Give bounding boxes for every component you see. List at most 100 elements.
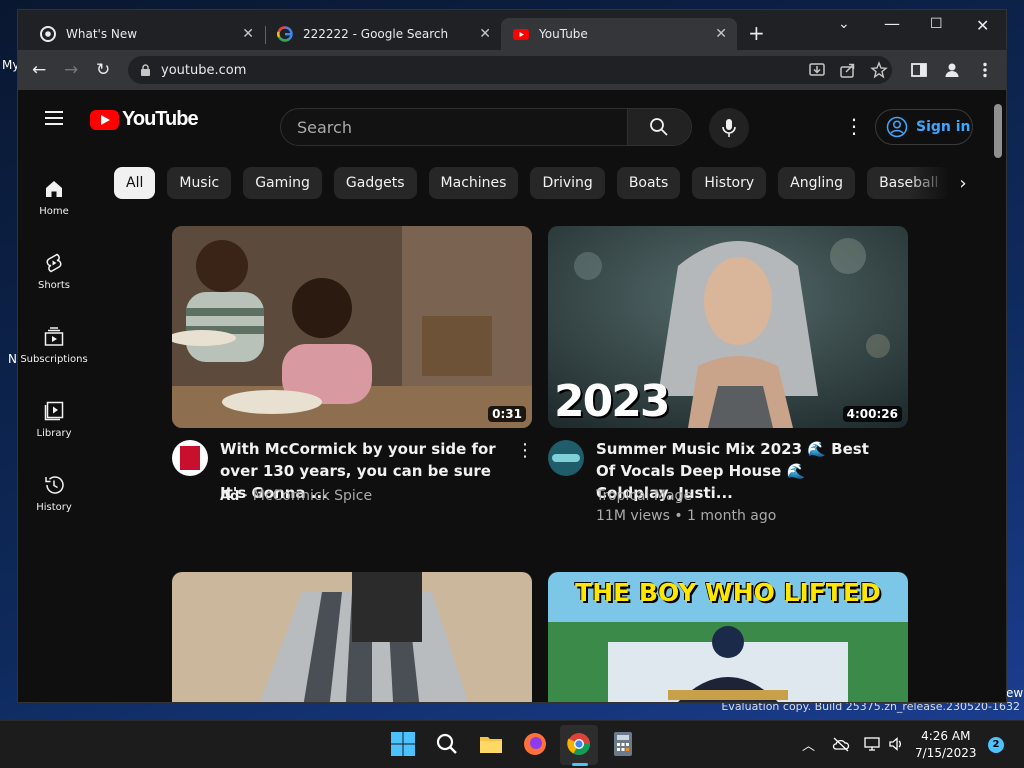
chip-driving[interactable]: Driving xyxy=(530,167,605,199)
avatar[interactable] xyxy=(548,440,584,476)
lock-icon xyxy=(141,63,150,76)
youtube-icon xyxy=(513,29,529,40)
youtube-logo-text: YouTube xyxy=(122,108,199,130)
tab-google-search[interactable]: 222222 - Google Search ✕ xyxy=(265,18,501,50)
reload-icon[interactable]: ↻ xyxy=(96,60,110,80)
chip-gaming[interactable]: Gaming xyxy=(243,167,322,199)
video-card[interactable]: 2023 4:00:26 Summer Music Mix 2023 🌊 Bes… xyxy=(548,226,908,526)
close-tab-icon[interactable]: ✕ xyxy=(242,26,254,42)
windows-taskbar: ︿ 4:26 AM 7/15/2023 2 xyxy=(0,720,1024,768)
desktop-label-fragment: My xyxy=(2,58,20,72)
side-panel-icon[interactable] xyxy=(910,61,928,79)
install-app-icon[interactable] xyxy=(808,61,826,79)
page-scrollbar[interactable] xyxy=(994,104,1002,158)
google-icon xyxy=(277,26,293,42)
tab-youtube[interactable]: YouTube ✕ xyxy=(501,18,737,50)
system-clock[interactable]: 4:26 AM 7/15/2023 xyxy=(915,728,977,762)
youtube-logo[interactable]: YouTube xyxy=(90,108,199,131)
settings-more-icon[interactable]: ⋮ xyxy=(844,116,864,136)
sidebar-item-home[interactable]: Home xyxy=(18,178,90,217)
history-icon xyxy=(45,476,64,494)
taskbar-search-icon[interactable] xyxy=(434,731,460,757)
sidebar-item-subscriptions[interactable]: Subscriptions xyxy=(18,326,90,365)
tab-strip: What's New ✕ 222222 - Google Search ✕ Yo… xyxy=(18,10,1006,50)
chip-music[interactable]: Music xyxy=(167,167,232,199)
sidebar-item-shorts[interactable]: Shorts xyxy=(18,252,90,291)
tab-whats-new[interactable]: What's New ✕ xyxy=(28,18,264,50)
volume-icon[interactable] xyxy=(888,736,904,752)
video-card[interactable]: THE BOY WHO LIFTED xyxy=(548,572,908,702)
share-icon[interactable] xyxy=(839,61,857,79)
firefox-icon[interactable] xyxy=(522,731,548,757)
clock-time: 4:26 AM xyxy=(921,729,971,743)
chip-history[interactable]: History xyxy=(692,167,767,199)
video-card[interactable] xyxy=(172,572,532,702)
browser-menu-icon[interactable] xyxy=(976,61,994,79)
channel-name[interactable]: McCormick Spice xyxy=(253,488,372,504)
video-channel-line: Ad · McCormick Spice xyxy=(220,488,372,504)
clock-date: 7/15/2023 xyxy=(915,746,977,760)
minimize-icon[interactable]: — xyxy=(884,14,900,33)
profile-icon[interactable] xyxy=(943,61,961,79)
chrome-window: What's New ✕ 222222 - Google Search ✕ Yo… xyxy=(18,10,1006,702)
sidebar-item-label: Library xyxy=(36,428,72,439)
file-explorer-icon[interactable] xyxy=(478,731,504,757)
chevron-right-icon[interactable]: › xyxy=(948,168,978,198)
sign-in-button[interactable]: Sign in xyxy=(875,109,973,145)
address-bar[interactable]: youtube.com xyxy=(128,56,892,84)
windows-start-icon[interactable] xyxy=(390,731,416,757)
chip-machines[interactable]: Machines xyxy=(428,167,519,199)
channel-name[interactable]: Tropical Mage xyxy=(596,488,692,504)
voice-search-button[interactable] xyxy=(709,108,749,148)
chip-angling[interactable]: Angling xyxy=(778,167,856,199)
chrome-taskbar-icon[interactable] xyxy=(566,731,592,757)
calculator-icon[interactable] xyxy=(610,731,636,757)
shorts-icon xyxy=(46,253,62,273)
search-input[interactable] xyxy=(281,109,629,145)
youtube-page: YouTube ⋮ Sign in All Music Gaming Gadge… xyxy=(18,90,1006,702)
show-hidden-icons-chevron-icon[interactable]: ︿ xyxy=(802,735,815,754)
video-options-icon[interactable]: ⋮ xyxy=(516,442,534,460)
bullet-separator: · xyxy=(243,488,253,504)
chip-all[interactable]: All xyxy=(114,167,156,199)
search-box xyxy=(280,108,692,146)
back-icon[interactable]: ← xyxy=(32,60,46,80)
search-button[interactable] xyxy=(627,109,691,145)
sidebar-item-label: History xyxy=(36,502,72,513)
video-duration: 4:00:26 xyxy=(842,406,902,422)
tab-title: What's New xyxy=(66,27,138,41)
video-card[interactable]: 0:31 With McCormick by your side for ove… xyxy=(172,226,534,526)
conveyor-machine-illustration xyxy=(172,572,532,702)
sidebar-item-library[interactable]: Library xyxy=(18,400,90,439)
mccormick-logo xyxy=(180,446,200,470)
desktop-label-fragment: ew xyxy=(1006,686,1024,700)
avatar[interactable] xyxy=(172,440,208,476)
network-icon[interactable] xyxy=(864,736,880,752)
subscriptions-icon xyxy=(44,327,64,346)
bookmark-star-icon[interactable] xyxy=(870,61,888,79)
sidebar-item-label: Subscriptions xyxy=(20,354,88,365)
video-thumbnail[interactable]: 0:31 xyxy=(172,226,532,428)
close-tab-icon[interactable]: ✕ xyxy=(715,26,727,42)
chip-boats[interactable]: Boats xyxy=(616,167,681,199)
close-window-icon[interactable]: ✕ xyxy=(976,16,989,35)
wave-icon xyxy=(552,454,580,462)
ad-badge: Ad xyxy=(220,489,240,504)
video-thumbnail[interactable] xyxy=(172,572,532,702)
forward-icon[interactable]: → xyxy=(64,60,78,80)
notification-badge[interactable]: 2 xyxy=(988,737,1004,753)
desktop-label-fragment: N xyxy=(8,352,17,366)
close-tab-icon[interactable]: ✕ xyxy=(479,26,491,42)
sidebar-item-label: Shorts xyxy=(37,280,71,291)
video-thumbnail[interactable]: THE BOY WHO LIFTED xyxy=(548,572,908,702)
tab-search-icon[interactable]: ⌄ xyxy=(838,16,850,32)
new-tab-button[interactable]: + xyxy=(748,23,765,43)
sidebar-item-history[interactable]: History xyxy=(18,474,90,513)
active-app-indicator xyxy=(572,763,588,766)
chip-gadgets[interactable]: Gadgets xyxy=(333,167,417,199)
video-thumbnail[interactable]: 2023 4:00:26 xyxy=(548,226,908,428)
hamburger-menu-icon[interactable] xyxy=(45,111,63,125)
maximize-icon[interactable]: ☐ xyxy=(930,16,943,32)
sidebar-item-label: Home xyxy=(39,206,69,217)
cloud-offline-icon[interactable] xyxy=(832,736,850,752)
